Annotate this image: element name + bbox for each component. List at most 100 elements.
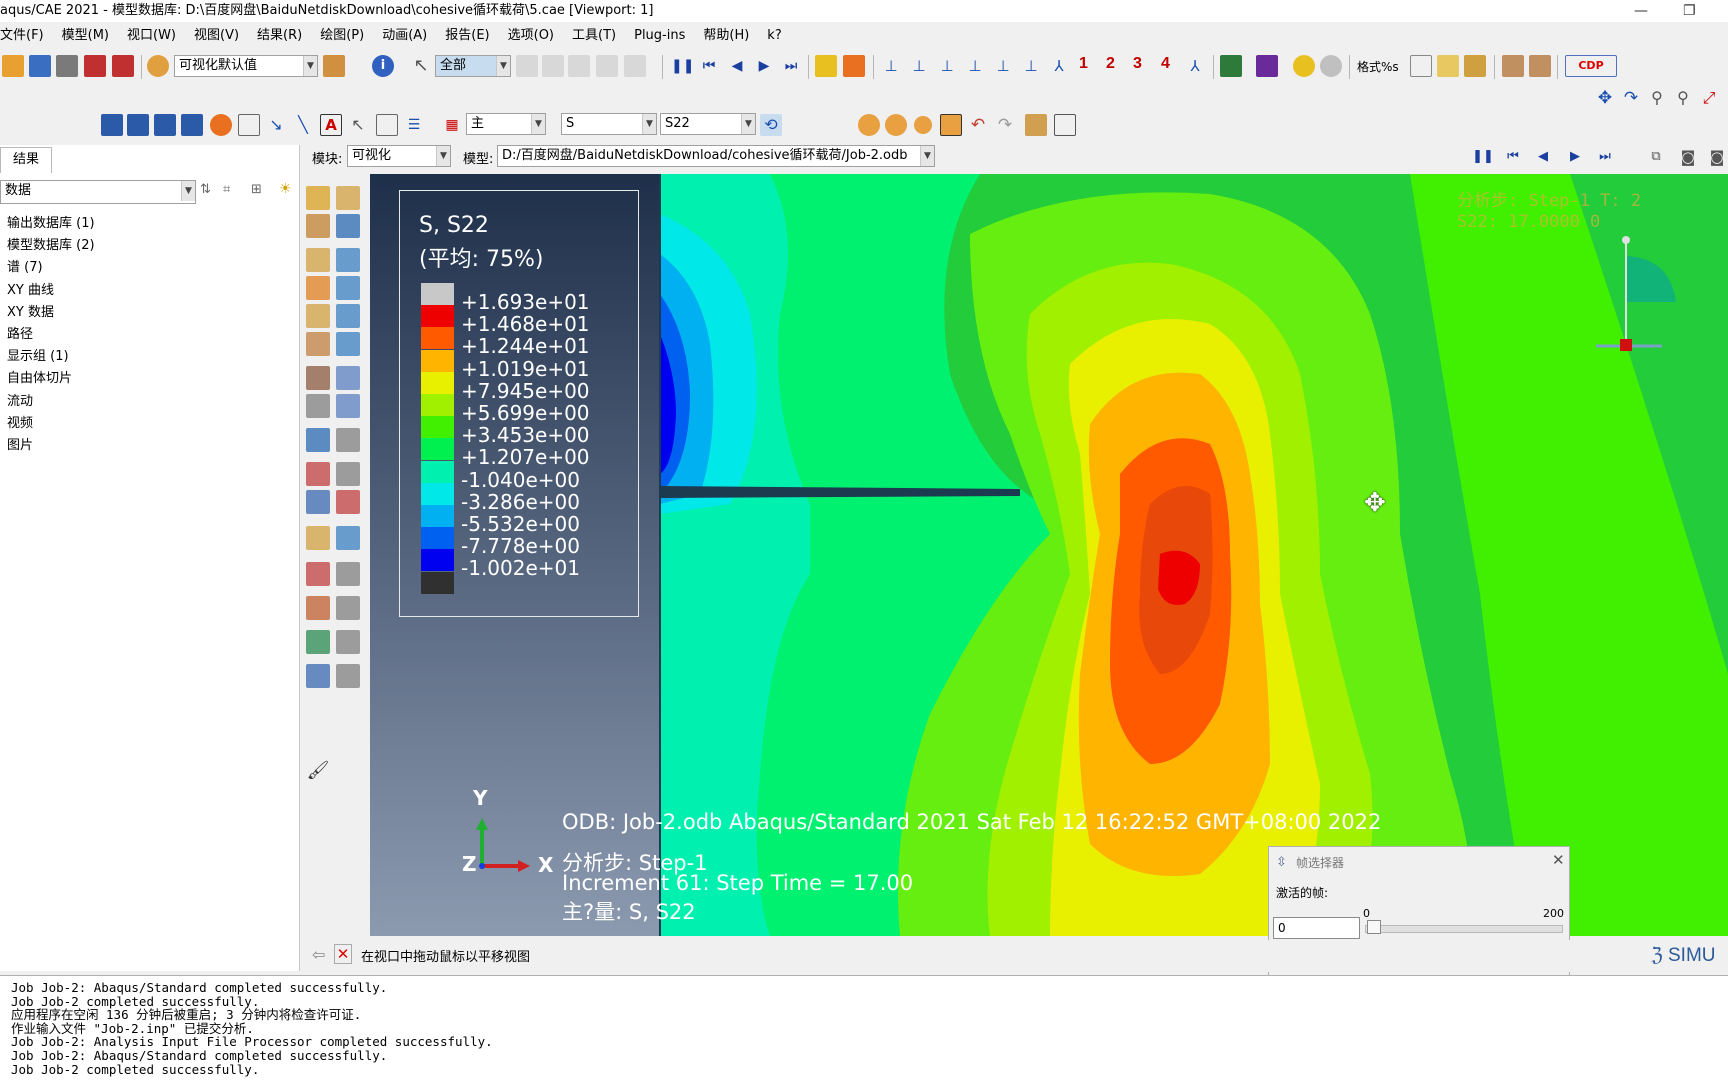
tool-icon-25[interactable]: [336, 562, 360, 586]
tree-item[interactable]: 流动: [7, 390, 33, 409]
list-icon[interactable]: ☰: [403, 114, 425, 136]
annotation-manager-icon[interactable]: [238, 114, 260, 136]
copy-viewport-icon[interactable]: ⧉: [1645, 146, 1667, 168]
viewport-tile-icon[interactable]: [101, 114, 123, 136]
menu-item-0[interactable]: 文件(F): [0, 24, 53, 48]
mesh-render-icon[interactable]: [1220, 55, 1242, 77]
tool-icon-2[interactable]: [306, 214, 330, 238]
select-annotation-icon[interactable]: ↖: [347, 114, 369, 136]
tab-results[interactable]: 结果: [0, 147, 52, 173]
vis-defaults-combo[interactable]: 可视化默认值 ▼: [174, 55, 318, 77]
view-top-icon[interactable]: ⊥: [936, 55, 958, 77]
menu-item-2[interactable]: 视口(W): [118, 24, 185, 48]
menu-item-12[interactable]: k?: [758, 24, 790, 48]
tree-item[interactable]: 输出数据库 (1): [7, 212, 95, 231]
select-region-icon[interactable]: [568, 55, 590, 77]
module-combo[interactable]: 可视化 ▼: [347, 145, 451, 167]
tree-item[interactable]: 自由体切片: [7, 367, 72, 386]
frame-slider-thumb[interactable]: [1367, 920, 1381, 934]
tree-item[interactable]: 视频: [7, 412, 33, 431]
menu-item-1[interactable]: 模型(M): [53, 24, 118, 48]
next-frame-icon[interactable]: ▶: [753, 55, 775, 77]
select-box-icon[interactable]: [542, 55, 564, 77]
pan-icon[interactable]: ✥: [1594, 87, 1616, 109]
select-lasso-icon[interactable]: [624, 55, 646, 77]
shaded-render-icon[interactable]: [1256, 55, 1278, 77]
tree-filter-combo[interactable]: 数据 ▼: [0, 180, 196, 204]
menu-item-5[interactable]: 绘图(P): [311, 24, 373, 48]
restore-icon[interactable]: ❐: [1683, 0, 1696, 22]
tool-icon-3[interactable]: [336, 214, 360, 238]
tree-item[interactable]: 谱 (7): [7, 256, 43, 275]
cube-shaded-icon[interactable]: [1437, 55, 1459, 77]
tool-icon-29[interactable]: [336, 630, 360, 654]
tool-icon-4[interactable]: [306, 248, 330, 272]
tool-icon-30[interactable]: [306, 664, 330, 688]
viewport-horizontal-icon[interactable]: [154, 114, 176, 136]
plot-contours-icon[interactable]: [914, 116, 932, 134]
last-frame-icon[interactable]: ⏭: [780, 55, 802, 77]
cancel-icon[interactable]: ✕: [334, 944, 352, 964]
brush-icon[interactable]: 🖌: [306, 760, 330, 784]
select-polygon-icon[interactable]: [596, 55, 618, 77]
anim-prev-icon[interactable]: ◀: [1532, 146, 1554, 168]
tool-icon-17[interactable]: [336, 428, 360, 452]
info-icon[interactable]: i: [372, 55, 394, 77]
line-annotation-icon[interactable]: ╲: [292, 114, 314, 136]
tree-item[interactable]: 模型数据库 (2): [7, 234, 95, 253]
tool-icon-16[interactable]: [306, 428, 330, 452]
redo-icon[interactable]: ↷: [994, 114, 1016, 136]
primary-variable-combo[interactable]: 主 ▼: [466, 113, 546, 135]
select-icon[interactable]: [516, 55, 538, 77]
tool-icon-5[interactable]: [336, 248, 360, 272]
back-arrow-icon[interactable]: ⇦: [312, 945, 325, 964]
zoom-box-icon[interactable]: [843, 55, 865, 77]
tool-icon-0[interactable]: [306, 186, 330, 210]
palette-icon[interactable]: [147, 55, 169, 77]
menu-item-6[interactable]: 动画(A): [373, 24, 436, 48]
frame-slider-track[interactable]: [1365, 925, 1563, 933]
odb-display-icon[interactable]: [1054, 114, 1076, 136]
refresh-icon[interactable]: ⟲: [760, 114, 782, 136]
menu-item-7[interactable]: 报告(E): [436, 24, 498, 48]
box-zoom-icon[interactable]: ⚲: [1672, 87, 1694, 109]
render-style-icon[interactable]: [323, 55, 345, 77]
camera-alt-icon[interactable]: ◙: [1706, 146, 1728, 168]
rotate-icon[interactable]: ↷: [1620, 87, 1642, 109]
view-back-icon[interactable]: ⊥: [908, 55, 930, 77]
tool-icon-20[interactable]: [306, 490, 330, 514]
selection-filter-combo[interactable]: 全部 ▼: [435, 55, 511, 77]
tool-icon-9[interactable]: [336, 304, 360, 328]
minimize-icon[interactable]: —: [1634, 0, 1648, 22]
tool-icon-22[interactable]: [306, 526, 330, 550]
tool-icon-15[interactable]: [336, 394, 360, 418]
plot-deformed-icon[interactable]: [885, 114, 907, 136]
menu-item-4[interactable]: 结果(R): [248, 24, 311, 48]
tool-icon-11[interactable]: [336, 332, 360, 356]
tool-icon-6[interactable]: [306, 276, 330, 300]
anim-first-icon[interactable]: ⏮: [1502, 146, 1524, 168]
close-icon[interactable]: ✕: [1552, 851, 1565, 869]
viewport-link-icon[interactable]: [210, 114, 232, 136]
anim-last-icon[interactable]: ⏭: [1594, 146, 1616, 168]
fit-view-icon[interactable]: ⤢: [1698, 87, 1720, 109]
tool-icon-18[interactable]: [306, 462, 330, 486]
tool-icon-24[interactable]: [306, 562, 330, 586]
field-output-icon[interactable]: ▦: [441, 114, 463, 136]
tree-item[interactable]: 路径: [7, 323, 33, 342]
undo-icon[interactable]: ↶: [967, 114, 989, 136]
zoom-icon[interactable]: ⚲: [1646, 87, 1668, 109]
view-bottom-icon[interactable]: ⊥: [964, 55, 986, 77]
menu-item-3[interactable]: 视图(V): [185, 24, 248, 48]
tool-icon-28[interactable]: [306, 630, 330, 654]
translucency-icon[interactable]: [1293, 55, 1315, 77]
model-combo[interactable]: D:/百度网盘/BaiduNetdiskDownload/cohesive循环载…: [497, 145, 935, 167]
tool-icon-14[interactable]: [306, 394, 330, 418]
filter-icon[interactable]: ⌗: [223, 182, 230, 197]
tool-icon-21[interactable]: [336, 490, 360, 514]
export-icon[interactable]: [84, 55, 106, 77]
plot-symbols-icon[interactable]: [940, 114, 962, 136]
view-2-button[interactable]: 2: [1106, 55, 1115, 73]
view-3-button[interactable]: 3: [1133, 55, 1142, 73]
cube-outline-icon[interactable]: [1410, 55, 1432, 77]
